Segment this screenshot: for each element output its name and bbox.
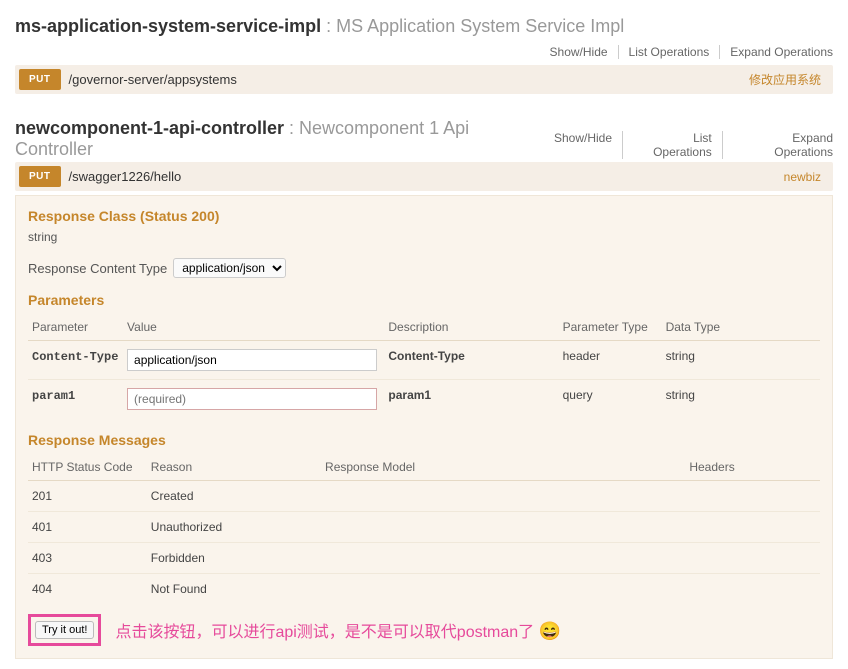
section-tag: newcomponent-1-api-controller bbox=[15, 118, 284, 138]
param-type: query bbox=[559, 380, 662, 419]
parameters-table: Parameter Value Description Parameter Ty… bbox=[28, 314, 820, 418]
table-row: 403Forbidden bbox=[28, 543, 820, 574]
annotation-text: 点击该按钮，可以进行api测试，是不是可以取代postman了 😄 bbox=[115, 618, 561, 642]
table-row: 404Not Found bbox=[28, 574, 820, 605]
param-datatype: string bbox=[662, 380, 820, 419]
endpoint-summary[interactable]: newbiz bbox=[784, 170, 833, 184]
response-class-heading: Response Class (Status 200) bbox=[28, 208, 820, 224]
endpoint-row[interactable]: PUT /swagger1226/hello newbiz bbox=[15, 162, 833, 191]
status-code: 403 bbox=[28, 543, 147, 574]
param-name: param1 bbox=[32, 389, 75, 403]
section-desc: MS Application System Service Impl bbox=[336, 16, 624, 36]
section-header[interactable]: newcomponent-1-api-controller : Newcompo… bbox=[15, 112, 544, 162]
param-value-input[interactable] bbox=[127, 349, 377, 371]
content-type-label: Response Content Type bbox=[28, 261, 167, 276]
param-value-input[interactable] bbox=[127, 388, 377, 410]
status-reason: Created bbox=[147, 481, 321, 512]
smile-icon: 😄 bbox=[539, 621, 561, 641]
section-header[interactable]: ms-application-system-service-impl : MS … bbox=[15, 10, 833, 39]
response-messages-heading: Response Messages bbox=[28, 432, 820, 448]
endpoint-row[interactable]: PUT /governor-server/appsystems 修改应用系统 bbox=[15, 65, 833, 94]
section-actions: Show/Hide List Operations Expand Operati… bbox=[544, 125, 833, 162]
section-actions: Show/Hide List Operations Expand Operati… bbox=[15, 39, 833, 65]
try-it-out-highlight: Try it out! bbox=[28, 614, 101, 646]
th-paramtype: Parameter Type bbox=[559, 314, 662, 341]
table-row: Content-Type Content-Type headerstring bbox=[28, 341, 820, 380]
section-tag: ms-application-system-service-impl bbox=[15, 16, 321, 36]
table-row: 401Unauthorized bbox=[28, 512, 820, 543]
status-code: 404 bbox=[28, 574, 147, 605]
action-expand-ops[interactable]: Expand Operations bbox=[723, 131, 833, 159]
param-name: Content-Type bbox=[32, 350, 118, 364]
param-desc: Content-Type bbox=[388, 349, 464, 363]
method-badge: PUT bbox=[19, 69, 61, 90]
response-messages-table: HTTP Status Code Reason Response Model H… bbox=[28, 454, 820, 604]
status-reason: Forbidden bbox=[147, 543, 321, 574]
content-type-select[interactable]: application/json bbox=[173, 258, 286, 278]
param-datatype: string bbox=[662, 341, 820, 380]
endpoint-path[interactable]: /governor-server/appsystems bbox=[69, 66, 749, 93]
th-parameter: Parameter bbox=[28, 314, 123, 341]
status-reason: Unauthorized bbox=[147, 512, 321, 543]
table-row: 201Created bbox=[28, 481, 820, 512]
action-list-ops[interactable]: List Operations bbox=[619, 45, 721, 59]
th-reason: Reason bbox=[147, 454, 321, 481]
endpoint-path[interactable]: /swagger1226/hello bbox=[69, 163, 784, 190]
th-response-model: Response Model bbox=[321, 454, 685, 481]
status-reason: Not Found bbox=[147, 574, 321, 605]
action-showhide[interactable]: Show/Hide bbox=[544, 131, 623, 159]
endpoint-summary[interactable]: 修改应用系统 bbox=[749, 71, 833, 88]
action-showhide[interactable]: Show/Hide bbox=[540, 45, 619, 59]
method-badge: PUT bbox=[19, 166, 61, 187]
action-expand-ops[interactable]: Expand Operations bbox=[720, 45, 833, 59]
expanded-operation-panel: Response Class (Status 200) string Respo… bbox=[15, 195, 833, 659]
try-it-out-button[interactable]: Try it out! bbox=[35, 621, 94, 639]
param-desc: param1 bbox=[388, 388, 431, 402]
parameters-heading: Parameters bbox=[28, 292, 820, 308]
action-list-ops[interactable]: List Operations bbox=[623, 131, 723, 159]
th-value: Value bbox=[123, 314, 384, 341]
response-class-type: string bbox=[28, 230, 820, 244]
table-row: param1 param1 querystring bbox=[28, 380, 820, 419]
status-code: 201 bbox=[28, 481, 147, 512]
th-description: Description bbox=[384, 314, 558, 341]
th-status-code: HTTP Status Code bbox=[28, 454, 147, 481]
param-type: header bbox=[559, 341, 662, 380]
th-datatype: Data Type bbox=[662, 314, 820, 341]
status-code: 401 bbox=[28, 512, 147, 543]
th-headers: Headers bbox=[685, 454, 820, 481]
